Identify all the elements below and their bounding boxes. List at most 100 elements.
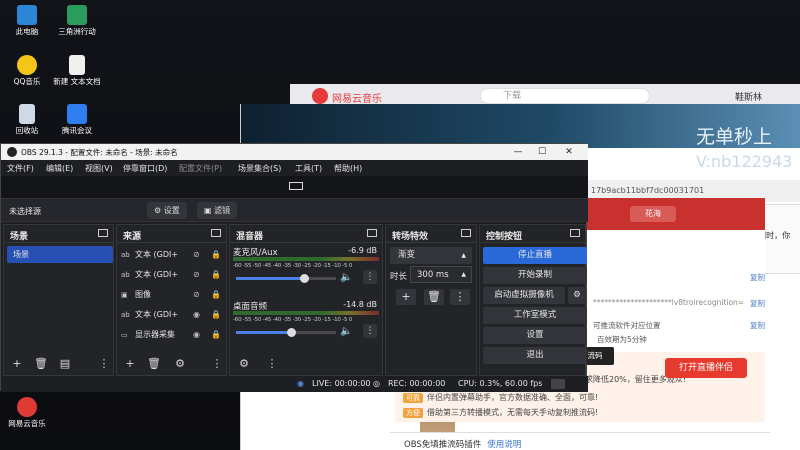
float-dock-icon[interactable] (461, 229, 471, 237)
lock-icon[interactable]: 🔒 (211, 326, 221, 344)
desc-text: 可推流软件对应位置 (593, 321, 661, 330)
duration-spinbox[interactable]: 300 ms ▲ (410, 266, 472, 283)
eye-hidden-icon[interactable]: ⊘ (193, 246, 200, 264)
volume-slider[interactable] (236, 328, 336, 337)
spin-arrows-icon[interactable]: ▲ (461, 267, 466, 283)
eye-hidden-icon[interactable]: ⊘ (193, 266, 200, 284)
speaker-icon[interactable]: 🔈 (340, 272, 352, 283)
add-scene-button[interactable]: + (9, 357, 25, 371)
settings-button[interactable]: 设置 (483, 327, 587, 344)
copy-link[interactable]: 复制 (750, 320, 765, 331)
filters-button[interactable]: ▣ 滤镜 (197, 202, 238, 219)
add-source-button[interactable]: + (122, 357, 138, 371)
desktop-icon-game[interactable]: 三角洲行动 (50, 5, 104, 37)
more-options-icon[interactable]: ⋮ (264, 357, 280, 371)
slider-knob[interactable] (300, 274, 309, 283)
menu-view[interactable]: 视图(V) (85, 163, 113, 174)
desktop-icon-tencent-meeting[interactable]: 腾讯会议 (50, 104, 104, 136)
add-transition-button[interactable]: + (396, 289, 416, 305)
eye-visible-icon[interactable]: ◉ (193, 326, 200, 344)
desktop-icon-recycle-bin[interactable]: 回收站 (0, 104, 54, 136)
resize-grip-icon[interactable] (551, 379, 565, 389)
channel-menu-icon[interactable]: ⋮ (363, 270, 377, 284)
scene-item[interactable]: 场景 (7, 246, 113, 263)
menu-help[interactable]: 帮助(H) (334, 163, 362, 174)
eye-hidden-icon[interactable]: ⊘ (193, 286, 200, 304)
remove-source-button[interactable]: 🗑 (146, 357, 162, 371)
volume-slider[interactable] (236, 274, 336, 283)
virtual-camera-gear-icon[interactable]: ⚙ (568, 287, 586, 304)
search-input[interactable]: 下载 (480, 88, 650, 104)
source-item[interactable]: ab 文本 (GDI+ ⊘ 🔒 (121, 266, 225, 284)
source-item[interactable]: ▭ 显示器采集 ◉ 🔒 (121, 326, 225, 344)
remove-scene-button[interactable]: 🗑 (33, 357, 49, 371)
copy-link[interactable]: 复制 (750, 272, 765, 283)
studio-mode-button[interactable]: 工作室模式 (483, 307, 587, 324)
source-properties-gear-icon[interactable]: ⚙ (172, 357, 188, 371)
remove-transition-button[interactable]: 🗑 (424, 289, 444, 305)
advanced-audio-gear-icon[interactable]: ⚙ (236, 357, 252, 371)
start-virtual-camera-button[interactable]: 启动虚拟摄像机 (483, 287, 565, 304)
source-item[interactable]: ▣ 图像 ⊘ 🔒 (121, 286, 225, 304)
status-bar: ◉ LIVE: 00:00:00 ◎ REC: 00:00:00 CPU: 0.… (1, 376, 588, 392)
eye-visible-icon[interactable]: ◉ (193, 306, 200, 324)
transition-menu-icon[interactable]: ⋮ (450, 289, 470, 305)
minimize-icon[interactable]: — (507, 145, 529, 159)
desktop-icon-netease-music[interactable]: 网易云音乐 (0, 397, 54, 429)
obs-plugin-title: OBS免填推流码插件 (404, 440, 482, 450)
slider-knob[interactable] (287, 328, 296, 337)
menu-profile[interactable]: 配置文件(P) (179, 163, 222, 174)
user-name[interactable]: 鞋斯林 (735, 90, 762, 103)
source-name: 文本 (GDI+ (135, 250, 179, 259)
more-options-icon[interactable]: ⋮ (209, 357, 225, 371)
source-name: 图像 (135, 290, 151, 299)
preview-thumbnail-icon (289, 182, 303, 190)
properties-button[interactable]: ⚙ 设置 (147, 202, 187, 219)
source-name: 显示器采集 (135, 330, 175, 339)
source-item[interactable]: ab 文本 (GDI+ ⊘ 🔒 (121, 246, 225, 264)
category-chip[interactable]: 花海 (630, 206, 676, 222)
netease-music-icon (17, 397, 37, 417)
float-dock-icon[interactable] (211, 229, 221, 237)
lock-icon[interactable]: 🔒 (211, 286, 221, 304)
scene-filters-button[interactable]: ▤ (57, 357, 73, 371)
speaker-icon[interactable]: 🔈 (340, 326, 352, 337)
desktop-icon-qqmusic[interactable]: QQ音乐 (0, 55, 54, 87)
preview-area[interactable] (1, 176, 588, 198)
transition-select[interactable]: 渐变 ▲ (390, 247, 472, 264)
game-icon (67, 5, 87, 25)
obs-titlebar[interactable]: OBS 29.1.3 - 配置文件: 未命名 - 场景: 未命名 — ☐ ✕ (1, 144, 588, 160)
maximize-icon[interactable]: ☐ (531, 145, 553, 159)
start-recording-button[interactable]: 开始录制 (483, 267, 587, 284)
copy-link[interactable]: 复制 (750, 298, 765, 309)
menu-scene-collection[interactable]: 场景集合(S) (238, 163, 281, 174)
source-item[interactable]: ab 文本 (GDI+ ◉ 🔒 (121, 306, 225, 324)
close-icon[interactable]: ✕ (558, 145, 580, 159)
lock-icon[interactable]: 🔒 (211, 266, 221, 284)
menu-file[interactable]: 文件(F) (7, 163, 34, 174)
float-dock-icon[interactable] (367, 229, 377, 237)
image-source-icon: ▣ (121, 291, 128, 299)
menu-docks[interactable]: 停靠窗口(D) (123, 163, 167, 174)
dock-header: 场景 (4, 225, 113, 243)
open-live-companion-button[interactable]: 打开直播伴侣 (665, 358, 747, 378)
text-source-icon: ab (121, 271, 130, 279)
lock-icon[interactable]: 🔒 (211, 246, 221, 264)
float-dock-icon[interactable] (98, 229, 108, 237)
lock-icon[interactable]: 🔒 (211, 306, 221, 324)
exit-button[interactable]: 退出 (483, 347, 587, 364)
menu-edit[interactable]: 编辑(E) (46, 163, 73, 174)
transitions-dock: 转场特效 渐变 ▲ 时长 300 ms ▲ + 🗑 ⋮ (385, 224, 477, 376)
desktop-icon-text-doc[interactable]: 新建 文本文档 (50, 55, 104, 87)
menu-tools[interactable]: 工具(T) (295, 163, 322, 174)
desktop-icon-this-pc[interactable]: 此电脑 (0, 5, 54, 37)
stop-streaming-button[interactable]: 停止直播 (483, 247, 587, 264)
float-dock-icon[interactable] (570, 229, 580, 237)
channel-menu-icon[interactable]: ⋮ (363, 324, 377, 338)
slider-fill (236, 331, 291, 334)
usage-link[interactable]: 使用说明 (487, 440, 521, 450)
sources-dock: 来源 ab 文本 (GDI+ ⊘ 🔒 ab 文本 (GDI+ ⊘ 🔒 ▣ 图像 ⊘ 🔒 ab 文本 … (116, 224, 227, 376)
window-title: OBS 29.1.3 - 配置文件: 未命名 - 场景: 未命名 (21, 148, 178, 157)
promo-text: 伴侣内置弹幕助手，官方数据准确、全面，可靠! (427, 393, 599, 402)
more-options-icon[interactable]: ⋮ (96, 357, 112, 371)
